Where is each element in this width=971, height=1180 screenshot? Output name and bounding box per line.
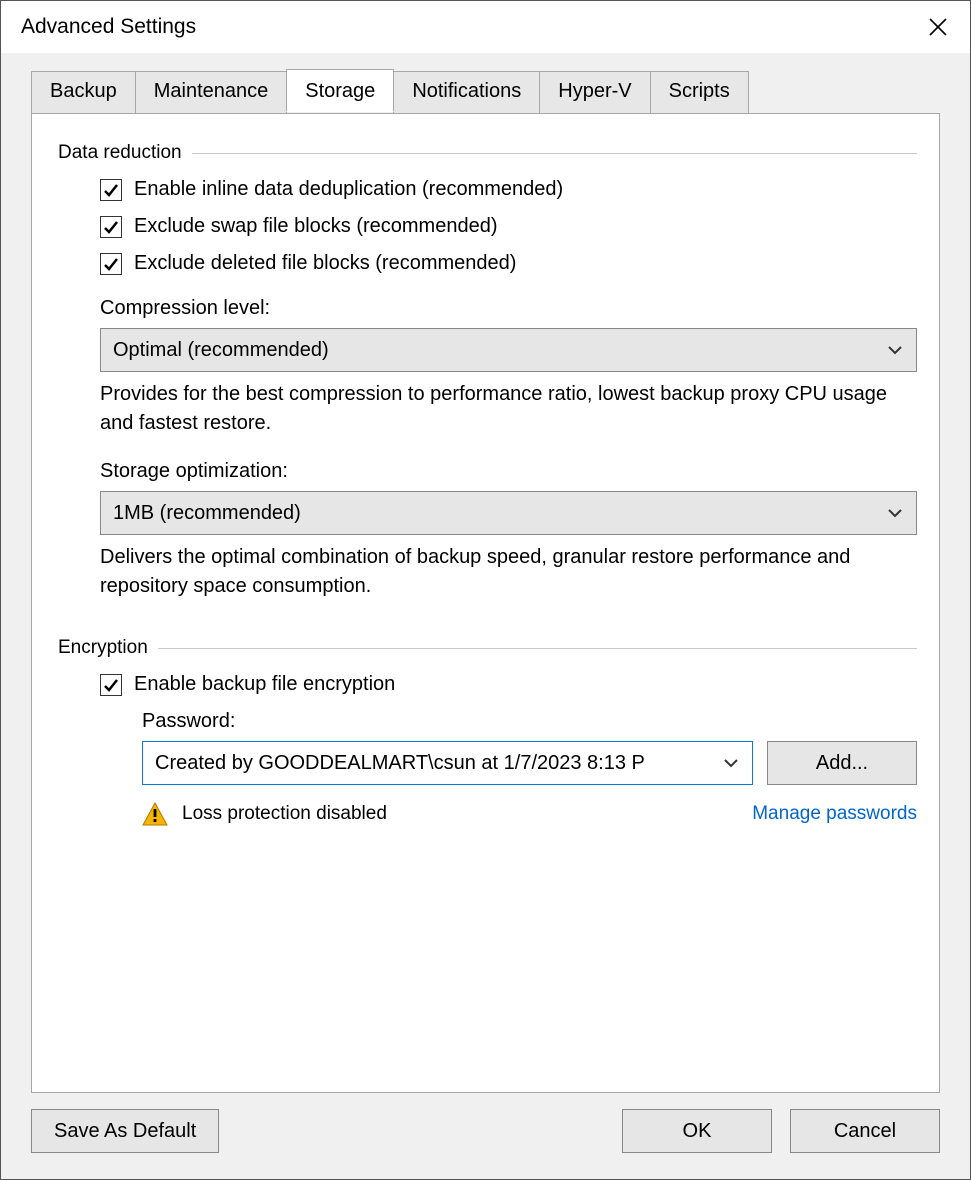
storage-opt-help: Delivers the optimal combination of back… [100,543,917,601]
swap-label: Exclude swap file blocks (recommended) [134,215,498,238]
check-icon [103,182,119,198]
encrypt-label: Enable backup file encryption [134,673,395,696]
chevron-down-icon [722,754,740,772]
tab-scripts[interactable]: Scripts [650,71,749,114]
swap-row: Exclude swap file blocks (recommended) [100,215,917,238]
password-label: Password: [142,710,917,733]
data-reduction-heading: Data reduction [58,142,182,164]
storage-opt-value: 1MB (recommended) [113,502,301,525]
tab-maintenance[interactable]: Maintenance [135,71,288,114]
storage-opt-label: Storage optimization: [100,460,917,483]
encrypt-row: Enable backup file encryption [100,673,917,696]
ok-button[interactable]: OK [622,1109,772,1153]
tab-bar: Backup Maintenance Storage Notifications… [31,71,940,114]
advanced-settings-dialog: Advanced Settings Backup Maintenance Sto… [0,0,971,1180]
storage-opt-select[interactable]: 1MB (recommended) [100,491,917,535]
password-container: Created by GOODDEALMART\csun at 1/7/2023… [142,741,917,827]
titlebar: Advanced Settings [1,1,970,53]
content-area: Backup Maintenance Storage Notifications… [1,53,970,1093]
data-reduction-header: Data reduction [58,142,917,164]
warning-row: Loss protection disabled Manage password… [142,801,917,827]
tab-notifications[interactable]: Notifications [393,71,540,114]
password-select[interactable]: Created by GOODDEALMART\csun at 1/7/2023… [142,741,753,785]
tab-backup[interactable]: Backup [31,71,136,114]
close-button[interactable] [920,9,956,45]
compression-help: Provides for the best compression to per… [100,380,917,438]
warning-text: Loss protection disabled [182,803,387,825]
divider [158,648,917,649]
dedup-row: Enable inline data deduplication (recomm… [100,178,917,201]
encryption-header: Encryption [58,637,917,659]
tab-storage[interactable]: Storage [286,69,394,112]
chevron-down-icon [886,504,904,522]
encryption-heading: Encryption [58,637,148,659]
deleted-row: Exclude deleted file blocks (recommended… [100,252,917,275]
compression-select[interactable]: Optimal (recommended) [100,328,917,372]
close-icon [928,17,948,37]
compression-label: Compression level: [100,297,917,320]
chevron-down-icon [886,341,904,359]
deleted-checkbox[interactable] [100,253,122,275]
data-reduction-body: Enable inline data deduplication (recomm… [100,178,917,601]
dedup-checkbox[interactable] [100,179,122,201]
tab-hyperv[interactable]: Hyper-V [539,71,650,114]
encryption-body: Enable backup file encryption Password: … [100,673,917,827]
check-icon [103,219,119,235]
password-row: Created by GOODDEALMART\csun at 1/7/2023… [142,741,917,785]
manage-passwords-link[interactable]: Manage passwords [752,803,917,825]
compression-value: Optimal (recommended) [113,339,329,362]
add-password-button[interactable]: Add... [767,741,917,785]
warning-icon [142,801,168,827]
window-title: Advanced Settings [21,15,196,39]
dialog-footer: Save As Default OK Cancel [1,1093,970,1179]
dedup-label: Enable inline data deduplication (recomm… [134,178,563,201]
storage-panel: Data reduction Enable inline data dedupl… [31,113,940,1093]
swap-checkbox[interactable] [100,216,122,238]
encrypt-checkbox[interactable] [100,674,122,696]
save-default-button[interactable]: Save As Default [31,1109,219,1153]
deleted-label: Exclude deleted file blocks (recommended… [134,252,516,275]
password-value: Created by GOODDEALMART\csun at 1/7/2023… [155,752,645,775]
divider [192,153,917,154]
check-icon [103,677,119,693]
check-icon [103,256,119,272]
cancel-button[interactable]: Cancel [790,1109,940,1153]
